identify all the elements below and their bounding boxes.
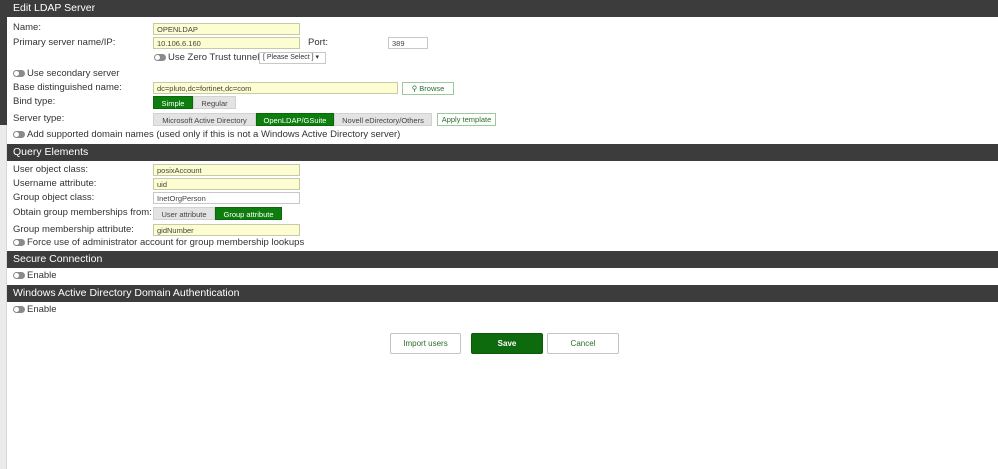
save-button[interactable]: Save xyxy=(471,333,543,354)
section-header-secure-connection: Secure Connection xyxy=(7,251,998,268)
primary-server-label: Primary server name/IP: xyxy=(13,37,116,48)
section-header-windows-ad: Windows Active Directory Domain Authenti… xyxy=(7,285,998,302)
user-object-class-label: User object class: xyxy=(13,164,88,175)
port-label: Port: xyxy=(308,37,329,48)
cancel-button[interactable]: Cancel xyxy=(547,333,619,354)
zero-trust-label: Use Zero Trust tunnel xyxy=(168,52,260,63)
windows-enable-toggle[interactable] xyxy=(13,306,25,313)
zero-trust-toggle[interactable] xyxy=(154,54,166,61)
force-admin-label: Force use of administrator account for g… xyxy=(27,237,305,248)
name-label: Name: xyxy=(13,22,41,33)
windows-enable-label: Enable xyxy=(27,304,57,315)
group-membership-attr-input[interactable] xyxy=(153,224,300,236)
base-dn-input[interactable] xyxy=(153,82,398,94)
user-object-class-input[interactable] xyxy=(153,164,300,176)
import-users-button[interactable]: Import users xyxy=(390,333,461,354)
zero-trust-select-value: [ Please Select ] xyxy=(263,54,314,61)
secondary-server-label: Use secondary server xyxy=(27,68,120,79)
username-attr-input[interactable] xyxy=(153,178,300,190)
primary-server-input[interactable] xyxy=(153,37,300,49)
obtain-group-label: Obtain group memberships from: xyxy=(13,207,152,218)
base-dn-label: Base distinguished name: xyxy=(13,82,122,93)
search-icon: ⚲ xyxy=(411,84,418,93)
section-header-edit-ldap: Edit LDAP Server xyxy=(7,0,998,17)
server-type-microsoft-ad[interactable]: Microsoft Active Directory xyxy=(153,113,256,126)
apply-template-button[interactable]: Apply template xyxy=(437,113,496,126)
zero-trust-select[interactable]: [ Please Select ] ▾ xyxy=(259,52,326,64)
chevron-down-icon: ▾ xyxy=(315,54,320,61)
obtain-group-segment: User attribute Group attribute xyxy=(153,207,282,220)
domain-names-label: Add supported domain names (used only if… xyxy=(27,129,401,140)
domain-names-toggle[interactable] xyxy=(13,131,25,138)
secondary-server-toggle[interactable] xyxy=(13,70,25,77)
browse-button[interactable]: ⚲ Browse xyxy=(402,82,454,95)
group-membership-attr-label: Group membership attribute: xyxy=(13,224,134,235)
left-sidebar-strip xyxy=(0,0,7,469)
server-type-label: Server type: xyxy=(13,113,65,124)
bind-type-regular[interactable]: Regular xyxy=(193,96,236,109)
bind-type-segment: Simple Regular xyxy=(153,96,236,109)
username-attr-label: Username attribute: xyxy=(13,178,97,189)
server-type-segment: Microsoft Active Directory OpenLDAP/GSui… xyxy=(153,113,432,126)
bind-type-label: Bind type: xyxy=(13,96,56,107)
group-object-class-input[interactable] xyxy=(153,192,300,204)
left-sidebar-dark xyxy=(0,0,7,125)
group-object-class-label: Group object class: xyxy=(13,192,95,203)
force-admin-toggle[interactable] xyxy=(13,239,25,246)
bind-type-simple[interactable]: Simple xyxy=(153,96,193,109)
browse-button-label: Browse xyxy=(419,84,445,93)
section-header-query-elements: Query Elements xyxy=(7,144,998,161)
secure-enable-toggle[interactable] xyxy=(13,272,25,279)
port-input[interactable] xyxy=(388,37,428,49)
server-type-novell[interactable]: Novell eDirectory/Others xyxy=(334,113,432,126)
obtain-group-group-attribute[interactable]: Group attribute xyxy=(215,207,282,220)
secure-enable-label: Enable xyxy=(27,270,57,281)
name-input[interactable] xyxy=(153,23,300,35)
obtain-group-user-attribute[interactable]: User attribute xyxy=(153,207,215,220)
server-type-openldap[interactable]: OpenLDAP/GSuite xyxy=(256,113,334,126)
